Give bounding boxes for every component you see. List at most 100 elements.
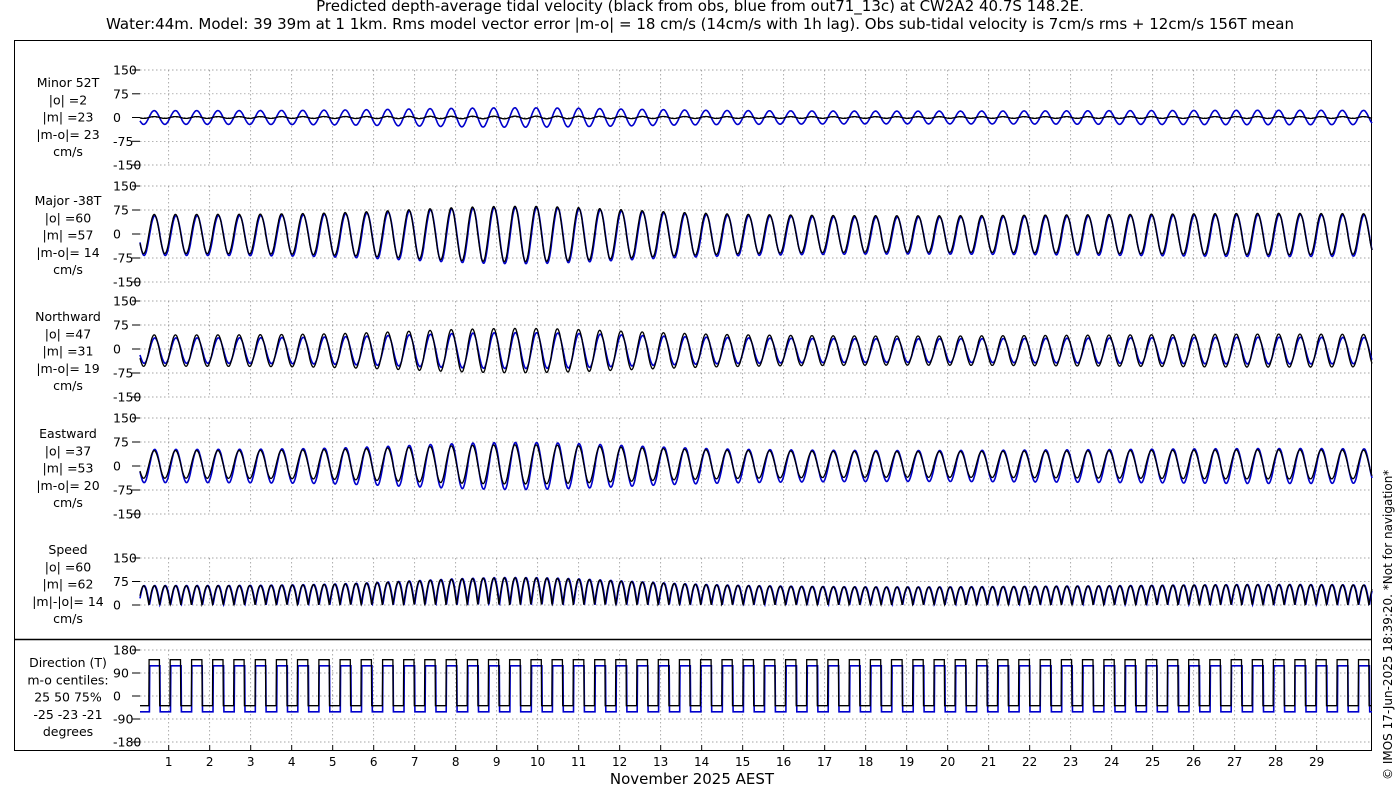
panel-label: |m| =57 xyxy=(43,228,94,243)
y-tick-label: 150 xyxy=(113,179,137,194)
panel-label: |o| =2 xyxy=(49,92,87,107)
panel-label: degrees xyxy=(43,724,93,739)
x-tick-label: 23 xyxy=(1063,755,1078,769)
x-tick-label: 26 xyxy=(1186,755,1201,769)
y-tick-label: 0 xyxy=(113,459,121,474)
panel-label: |m| =31 xyxy=(43,344,94,359)
x-tick-label: 13 xyxy=(653,755,668,769)
panel-label: |o| =47 xyxy=(45,326,91,341)
tidal-velocity-figure: Predicted depth-average tidal velocity (… xyxy=(0,0,1400,800)
series-line-obs-northward xyxy=(139,327,1373,374)
x-tick-label: 28 xyxy=(1268,755,1283,769)
y-tick-label: 150 xyxy=(113,551,137,566)
x-tick-label: 15 xyxy=(735,755,750,769)
panel-label: Northward xyxy=(35,309,101,324)
y-tick-label: 90 xyxy=(113,666,129,681)
x-tick-label: 16 xyxy=(776,755,791,769)
y-tick-label: 0 xyxy=(113,689,121,704)
y-tick-label: -75 xyxy=(113,366,133,381)
x-tick-label: 20 xyxy=(940,755,955,769)
series-line-model-northward xyxy=(139,331,1373,370)
series-line-obs-eastward xyxy=(139,444,1373,485)
x-tick-label: 12 xyxy=(612,755,627,769)
panel-label: cm/s xyxy=(53,495,83,510)
y-tick-label: 180 xyxy=(113,643,137,658)
x-tick-label: 6 xyxy=(370,755,378,769)
x-tick-label: 25 xyxy=(1145,755,1160,769)
x-tick-label: 11 xyxy=(571,755,586,769)
panel-label: cm/s xyxy=(53,262,83,277)
y-tick-label: 150 xyxy=(113,294,137,309)
panel-label: Minor 52T xyxy=(37,75,100,90)
panel-label: |m| =23 xyxy=(43,110,94,125)
panel-label: cm/s xyxy=(53,378,83,393)
x-axis-label: November 2025 AEST xyxy=(610,770,775,788)
x-tick-label: 7 xyxy=(411,755,419,769)
series-line-obs-direction xyxy=(140,659,1372,707)
y-tick-label: -150 xyxy=(113,275,141,290)
x-tick-label: 27 xyxy=(1227,755,1242,769)
panel-label: |m|-|o|= 14 xyxy=(32,594,104,609)
x-tick-label: 14 xyxy=(694,755,709,769)
x-tick-label: 3 xyxy=(247,755,255,769)
y-tick-label: 150 xyxy=(113,63,137,78)
x-tick-label: 9 xyxy=(493,755,501,769)
x-tick-label: 18 xyxy=(858,755,873,769)
panel-label: Major -38T xyxy=(35,193,102,208)
panel-label: cm/s xyxy=(53,611,83,626)
x-tick-label: 24 xyxy=(1104,755,1119,769)
y-tick-label: 75 xyxy=(113,574,129,589)
panel-label: |o| =60 xyxy=(45,559,91,574)
y-tick-label: -75 xyxy=(113,483,133,498)
panel-frames xyxy=(14,40,1372,751)
panel-label: m-o centiles: xyxy=(27,672,108,687)
panel-label: 25 50 75% xyxy=(34,690,102,705)
panel-label: |o| =37 xyxy=(45,443,91,458)
y-tick-label: -75 xyxy=(113,134,133,149)
x-tick-label: 10 xyxy=(530,755,545,769)
x-tick-label: 5 xyxy=(329,755,337,769)
y-tick-label: 0 xyxy=(113,227,121,242)
y-tick-label: 0 xyxy=(113,598,121,613)
panel-label: cm/s xyxy=(53,144,83,159)
panel-label: |m| =62 xyxy=(43,577,94,592)
y-tick-label: -180 xyxy=(113,735,141,750)
panel-label: Speed xyxy=(48,542,87,557)
panel-label: |o| =60 xyxy=(45,210,91,225)
panel-label: Direction (T) xyxy=(29,655,107,670)
y-tick-label: 75 xyxy=(113,203,129,218)
y-tick-label: -150 xyxy=(113,507,141,522)
outer-frame xyxy=(14,40,1372,751)
tick-labels: 1 2 3 4 5 6 7 8 9 10 11 12 13 14 15 16 17 18 19 20 21 22 23 24 2… xyxy=(113,63,1324,770)
y-tick-label: 75 xyxy=(113,86,129,101)
y-tick-label: 0 xyxy=(113,110,121,125)
y-tick-label: -75 xyxy=(113,251,133,266)
x-tick-label: 22 xyxy=(1022,755,1037,769)
x-tick-label: 4 xyxy=(288,755,296,769)
panel-label: |m-o|= 23 xyxy=(36,127,99,142)
panel-label: |m-o|= 14 xyxy=(36,245,99,260)
panel-label: -25 -23 -21 xyxy=(33,707,102,722)
x-tick-label: 17 xyxy=(817,755,832,769)
panel-label: |m-o|= 19 xyxy=(36,361,99,376)
y-tick-label: 75 xyxy=(113,318,129,333)
y-tick-label: 150 xyxy=(113,411,137,426)
x-tick-label: 2 xyxy=(206,755,214,769)
panel-label: |m| =53 xyxy=(43,461,94,476)
tidal-chart: 1 2 3 4 5 6 7 8 9 10 11 12 13 14 15 16 17 18 19 20 21 22 23 24 2… xyxy=(14,40,1395,788)
x-tick-label: 19 xyxy=(899,755,914,769)
x-tick-label: 29 xyxy=(1309,755,1324,769)
y-tick-label: -150 xyxy=(113,158,141,173)
x-tick-label: 1 xyxy=(165,755,173,769)
y-tick-label: -90 xyxy=(113,712,133,727)
panel-label: Eastward xyxy=(39,426,97,441)
y-tick-label: 0 xyxy=(113,342,121,357)
panel-label: |m-o|= 20 xyxy=(36,478,99,493)
y-tick-label: 75 xyxy=(113,435,129,450)
x-tick-label: 8 xyxy=(452,755,460,769)
panel-gridlines xyxy=(140,69,1372,743)
y-tick-label: -150 xyxy=(113,390,141,405)
side-note: © IMOS 17-Jun-2025 18:39:20. *Not for na… xyxy=(1381,470,1395,780)
x-tick-label: 21 xyxy=(981,755,996,769)
series-lines xyxy=(139,107,1373,713)
